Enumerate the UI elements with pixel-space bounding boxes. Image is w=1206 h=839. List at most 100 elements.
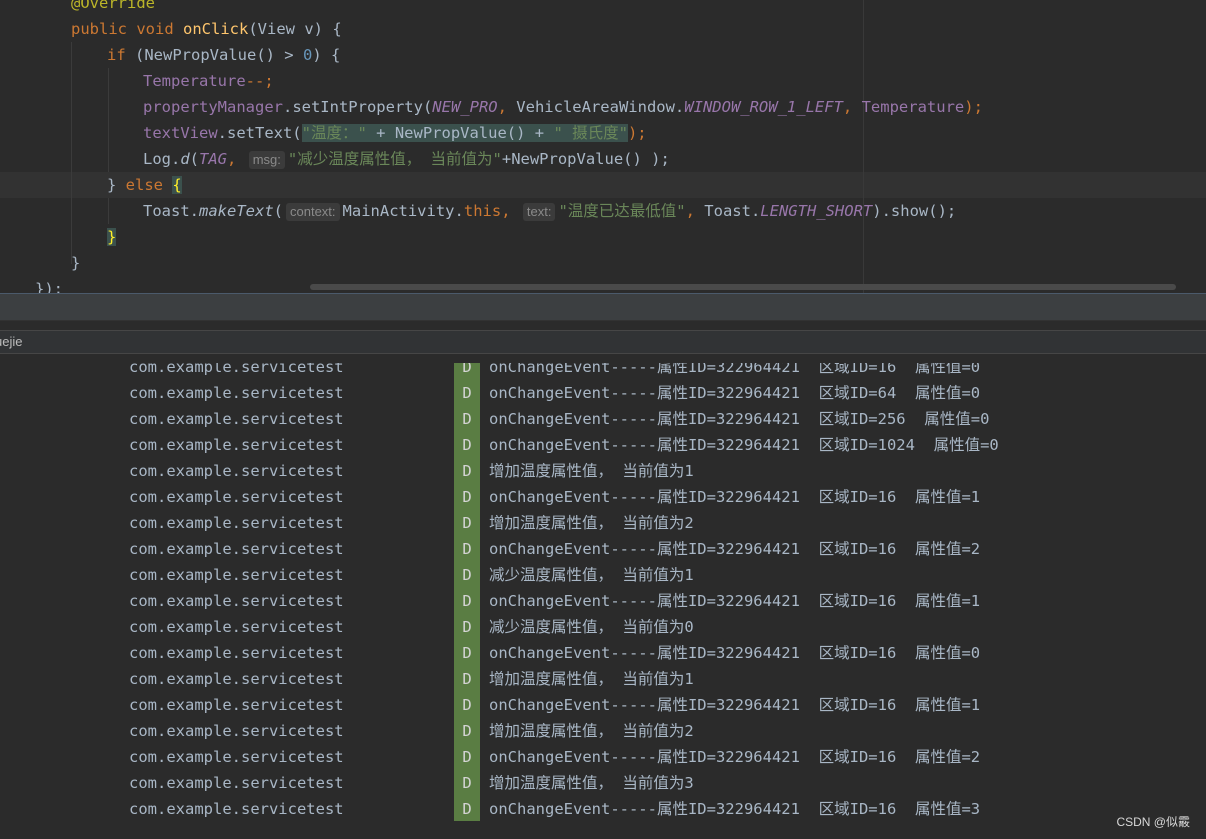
log-package: com.example.servicetest (129, 748, 344, 766)
log-message: onChangeEvent-----属性ID=322964421 区域ID=16… (489, 696, 981, 714)
log-message: onChangeEvent-----属性ID=322964421 区域ID=16… (489, 363, 981, 376)
log-level: D (462, 462, 472, 480)
log-row[interactable]: com.example.servicetest D 增加温度属性值， 当前值为1 (0, 458, 1206, 484)
log-package: com.example.servicetest (129, 384, 344, 402)
log-level: D (462, 748, 472, 766)
param-hint: context: (286, 202, 340, 221)
log-level: D (462, 488, 472, 506)
code-line[interactable]: textView.setText("温度：" + NewPropValue() … (143, 120, 647, 146)
log-row[interactable]: com.example.servicetest DonChangeEvent---… (0, 536, 1206, 562)
param-hint: msg: (248, 150, 285, 169)
code-line[interactable]: } (107, 224, 117, 250)
indent-guide (108, 198, 109, 224)
log-package: com.example.servicetest (129, 618, 344, 636)
right-margin-guide (863, 0, 864, 293)
log-message: onChangeEvent-----属性ID=322964421 区域ID=64… (489, 384, 981, 402)
log-package: com.example.servicetest (129, 592, 344, 610)
log-level: D (462, 800, 472, 818)
logcat-filter-input[interactable]: uejie (0, 330, 1206, 354)
log-package: com.example.servicetest (129, 774, 344, 792)
log-message: 增加温度属性值， 当前值为2 (489, 514, 694, 532)
indent-guide (71, 42, 72, 264)
log-level: D (462, 722, 472, 740)
log-message: onChangeEvent-----属性ID=322964421 区域ID=25… (489, 410, 990, 428)
log-row[interactable]: com.example.servicetest D 增加温度属性值， 当前值为2 (0, 510, 1206, 536)
log-package: com.example.servicetest (129, 696, 344, 714)
log-row[interactable]: com.example.servicetest DonChangeEvent---… (0, 363, 1206, 380)
code-line[interactable]: @Override (71, 0, 155, 16)
log-package: com.example.servicetest (129, 566, 344, 584)
log-row[interactable]: com.example.servicetest D 减少温度属性值， 当前值为0 (0, 614, 1206, 640)
log-row[interactable]: com.example.servicetest DonChangeEvent---… (0, 588, 1206, 614)
log-row[interactable]: com.example.servicetest D 增加温度属性值， 当前值为3 (0, 770, 1206, 796)
matched-brace: } (107, 228, 117, 246)
log-level: D (462, 592, 472, 610)
log-level: D (462, 670, 472, 688)
log-message: 增加温度属性值， 当前值为3 (489, 774, 694, 792)
code-line[interactable]: public void onClick(View v) { (71, 16, 342, 42)
code-line[interactable]: Temperature--; (143, 68, 274, 94)
log-package: com.example.servicetest (129, 644, 344, 662)
code-line[interactable]: Toast.makeText(context: MainActivity.this… (143, 198, 956, 224)
log-package: com.example.servicetest (129, 462, 344, 480)
log-package: com.example.servicetest (129, 363, 344, 376)
log-row[interactable]: com.example.servicetest DonChangeEvent---… (0, 692, 1206, 718)
indent-guide (108, 68, 109, 172)
code-editor[interactable]: @Override public void onClick(View v) { … (0, 0, 1206, 293)
log-package: com.example.servicetest (129, 800, 344, 818)
code-line[interactable]: }); (35, 276, 63, 293)
code-line[interactable]: } (71, 250, 80, 276)
log-message: 减少温度属性值， 当前值为1 (489, 566, 694, 584)
log-level: D (462, 410, 472, 428)
matched-brace: { (172, 176, 182, 194)
log-row[interactable]: com.example.servicetest DonChangeEvent---… (0, 380, 1206, 406)
log-row[interactable]: com.example.servicetest D 减少温度属性值， 当前值为1 (0, 562, 1206, 588)
logcat-filter-bar: uejie (0, 321, 1206, 363)
log-level: D (462, 696, 472, 714)
log-row[interactable]: com.example.servicetest D 增加温度属性值， 当前值为1 (0, 666, 1206, 692)
log-message: onChangeEvent-----属性ID=322964421 区域ID=16… (489, 540, 981, 558)
log-level: D (462, 566, 472, 584)
log-level: D (462, 774, 472, 792)
log-message: onChangeEvent-----属性ID=322964421 区域ID=16… (489, 800, 981, 818)
horizontal-scrollbar[interactable] (310, 284, 1176, 290)
log-package: com.example.servicetest (129, 488, 344, 506)
log-package: com.example.servicetest (129, 410, 344, 428)
log-row[interactable]: com.example.servicetest DonChangeEvent---… (0, 484, 1206, 510)
log-message: onChangeEvent-----属性ID=322964421 区域ID=10… (489, 436, 999, 454)
log-package: com.example.servicetest (129, 436, 344, 454)
log-message: onChangeEvent-----属性ID=322964421 区域ID=16… (489, 748, 981, 766)
code-line[interactable]: Log.d(TAG, msg: "减少温度属性值， 当前值为"+NewPropVa… (143, 146, 670, 172)
log-message: onChangeEvent-----属性ID=322964421 区域ID=16… (489, 592, 981, 610)
log-message: 增加温度属性值， 当前值为1 (489, 462, 694, 480)
log-row[interactable]: com.example.servicetest DonChangeEvent---… (0, 432, 1206, 458)
log-level: D (462, 514, 472, 532)
log-message: 增加温度属性值， 当前值为1 (489, 670, 694, 688)
log-row[interactable]: com.example.servicetest DonChangeEvent---… (0, 640, 1206, 666)
code-line[interactable]: if (NewPropValue() > 0) { (107, 42, 340, 68)
log-package: com.example.servicetest (129, 514, 344, 532)
log-level: D (462, 644, 472, 662)
log-row[interactable]: com.example.servicetest DonChangeEvent---… (0, 406, 1206, 432)
log-level: D (462, 384, 472, 402)
log-message: 增加温度属性值， 当前值为2 (489, 722, 694, 740)
log-level: D (462, 363, 472, 376)
log-package: com.example.servicetest (129, 540, 344, 558)
watermark: CSDN @似霰 (1116, 815, 1190, 829)
log-message: onChangeEvent-----属性ID=322964421 区域ID=16… (489, 488, 981, 506)
logcat-output[interactable]: com.example.servicetest DonChangeEvent---… (0, 363, 1206, 839)
log-package: com.example.servicetest (129, 670, 344, 688)
param-hint: text: (522, 202, 556, 221)
log-package: com.example.servicetest (129, 722, 344, 740)
log-row[interactable]: com.example.servicetest DonChangeEvent---… (0, 744, 1206, 770)
log-message: onChangeEvent-----属性ID=322964421 区域ID=16… (489, 644, 981, 662)
log-row[interactable]: com.example.servicetest D 增加温度属性值， 当前值为2 (0, 718, 1206, 744)
code-line[interactable]: propertyManager.setIntProperty(NEW_PRO, … (143, 94, 983, 120)
log-row[interactable]: com.example.servicetest DonChangeEvent---… (0, 796, 1206, 822)
log-level: D (462, 540, 472, 558)
log-message: 减少温度属性值， 当前值为0 (489, 618, 694, 636)
log-level: D (462, 618, 472, 636)
logcat-toolbar (0, 293, 1206, 321)
log-level: D (462, 436, 472, 454)
code-line[interactable]: } else { (107, 172, 182, 198)
